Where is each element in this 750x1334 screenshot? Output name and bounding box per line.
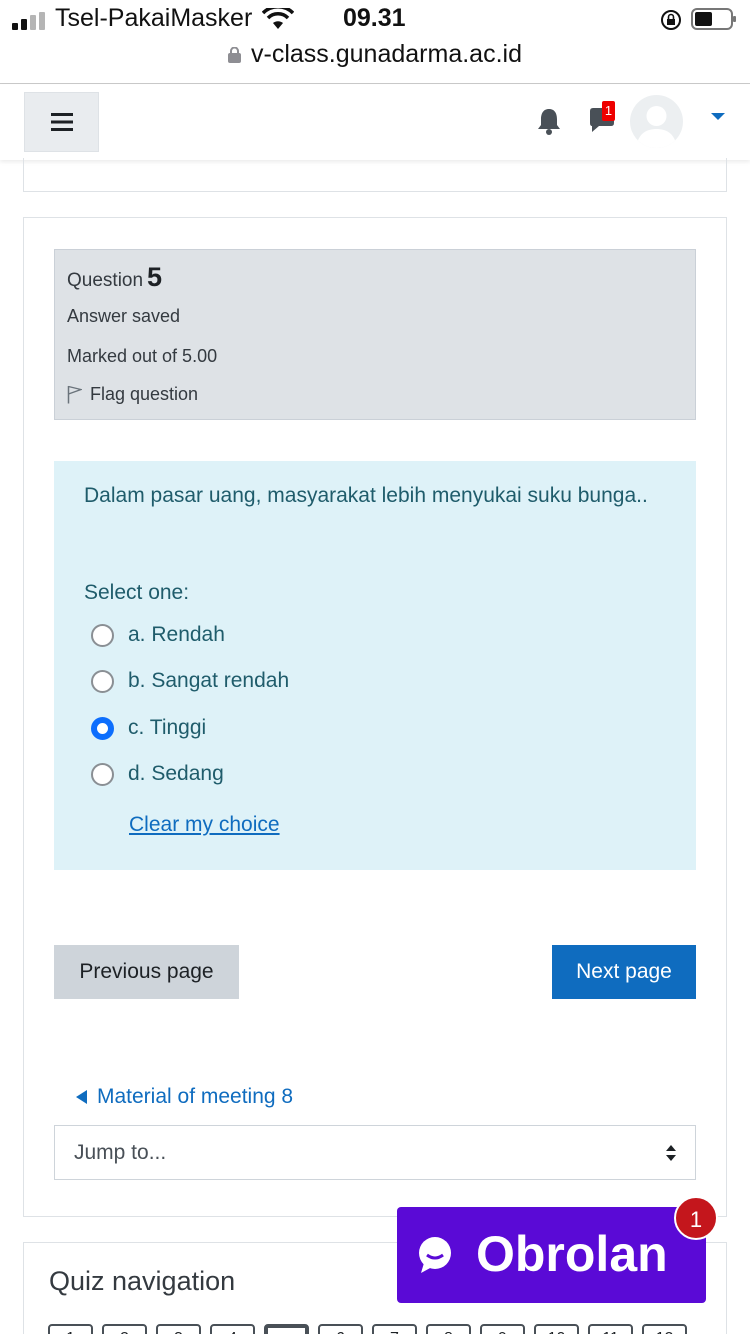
previous-activity-label: Material of meeting 8: [97, 1085, 294, 1108]
bell-icon[interactable]: [536, 107, 562, 135]
question-state: Answer saved: [67, 306, 181, 326]
flag-question-label: Flag question: [90, 384, 199, 404]
default-user-icon: [636, 106, 677, 148]
answer-label: d. Sedang: [128, 762, 224, 785]
padlock-icon: [228, 47, 242, 63]
quiz-nav-button[interactable]: 7: [372, 1324, 417, 1334]
quiz-nav-button[interactable]: 10: [534, 1324, 579, 1334]
quiz-nav-button[interactable]: 12: [642, 1324, 687, 1334]
rotation-lock-icon: [661, 10, 681, 30]
quiz-nav-button[interactable]: 6: [318, 1324, 363, 1334]
previous-activity-link[interactable]: Material of meeting 8: [76, 1085, 293, 1109]
quiz-nav-button[interactable]: 8: [426, 1324, 471, 1334]
answer-label: a. Rendah: [128, 623, 225, 646]
question-number: Question 5: [67, 262, 163, 292]
quiz-nav-button[interactable]: 11: [588, 1324, 633, 1334]
radio-button[interactable]: [91, 669, 114, 693]
answer-label: b. Sangat rendah: [128, 669, 290, 692]
left-triangle-icon: [76, 1090, 87, 1104]
answer-label: c. Tinggi: [128, 716, 207, 739]
answer-option-d[interactable]: d. Sedang: [91, 757, 591, 791]
select-arrows-icon: [666, 1145, 676, 1161]
chat-widget-label: Obrolan: [476, 1226, 668, 1282]
address-bar[interactable]: v-class.gunadarma.ac.id: [0, 40, 750, 69]
quiz-nav-button[interactable]: 3: [156, 1324, 201, 1334]
answer-option-c[interactable]: c. Tinggi: [91, 711, 591, 745]
previous-page-button[interactable]: Previous page: [54, 945, 239, 999]
flag-icon: [67, 385, 82, 404]
question-number-value: 5: [147, 262, 163, 292]
next-page-button[interactable]: Next page: [552, 945, 696, 999]
quiz-navigation-title: Quiz navigation: [49, 1266, 236, 1296]
chat-unread-badge: 1: [674, 1196, 718, 1240]
quiz-nav-button[interactable]: 4: [210, 1324, 255, 1334]
site-navbar: 1: [0, 85, 750, 160]
question-formulation: Dalam pasar uang, masyarakat lebih menyu…: [54, 461, 696, 870]
jump-to-value: Jump to...: [74, 1140, 167, 1164]
battery-icon: [691, 8, 736, 30]
url-text: v-class.gunadarma.ac.id: [251, 40, 522, 68]
radio-button-selected[interactable]: [91, 716, 114, 740]
previous-card-bottom: [23, 158, 727, 192]
clear-choice-link[interactable]: Clear my choice: [129, 813, 280, 837]
radio-button[interactable]: [91, 762, 114, 786]
answer-option-b[interactable]: b. Sangat rendah: [91, 664, 591, 698]
quiz-nav-button-current[interactable]: 5: [264, 1324, 309, 1334]
hamburger-icon: [50, 113, 73, 131]
user-menu-caret-icon[interactable]: [711, 113, 725, 120]
answer-option-a[interactable]: a. Rendah: [91, 618, 591, 652]
user-avatar[interactable]: [630, 95, 683, 148]
ios-status-bar: Tsel-PakaiMasker 09.31 v-class.gunadarma…: [0, 0, 750, 84]
jump-to-select[interactable]: Jump to...: [54, 1125, 696, 1180]
select-one-prompt: Select one:: [84, 581, 190, 604]
quiz-nav-button[interactable]: 9: [480, 1324, 525, 1334]
messages-count-badge: 1: [602, 101, 615, 121]
radio-button[interactable]: [91, 623, 114, 647]
carrier-name: Tsel-PakaiMasker: [55, 4, 253, 32]
status-time: 09.31: [343, 4, 406, 32]
menu-toggle-button[interactable]: [24, 92, 99, 152]
speech-bubble-icon: [419, 1237, 451, 1273]
wifi-icon: [262, 8, 294, 29]
quiz-nav-button[interactable]: 2: [102, 1324, 147, 1334]
flag-question-link[interactable]: Flag question: [67, 384, 198, 405]
cellular-signal-icon: [12, 12, 45, 30]
question-info-panel: Question 5 Answer saved Marked out of 5.0…: [54, 249, 696, 420]
question-text: Dalam pasar uang, masyarakat lebih menyu…: [84, 484, 648, 507]
chat-widget-button[interactable]: Obrolan: [397, 1207, 706, 1303]
quiz-nav-button[interactable]: 1: [48, 1324, 93, 1334]
question-grade: Marked out of 5.00: [67, 346, 218, 366]
